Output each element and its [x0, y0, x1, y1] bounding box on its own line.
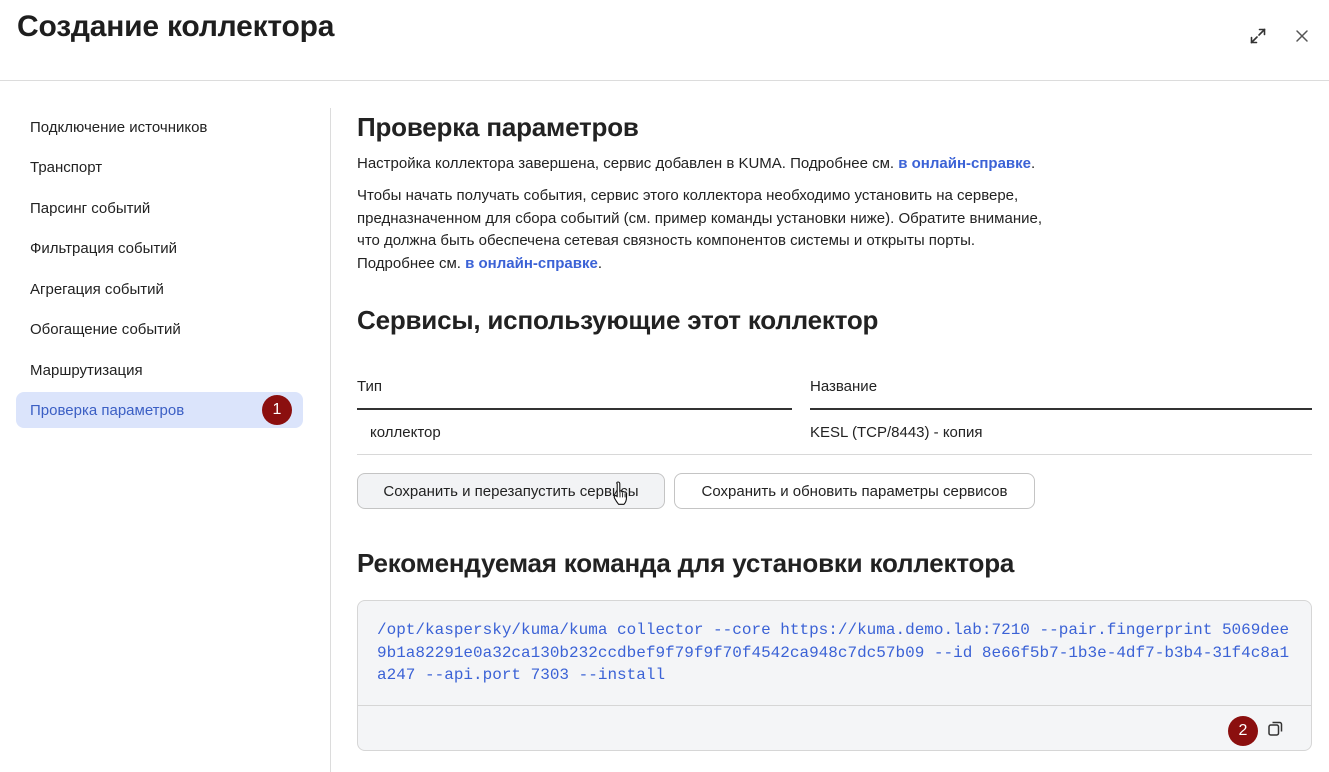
table-cell-name: KESL (TCP/8443) - копия [810, 424, 983, 441]
install-text-line: Чтобы начать получать события, сервис эт… [357, 187, 1019, 204]
header-underline [810, 408, 1312, 410]
sidebar-item-label: Транспорт [30, 158, 103, 176]
table-cell-type: коллектор [370, 424, 441, 441]
hand-cursor-icon [612, 480, 632, 513]
install-command[interactable]: /opt/kaspersky/kuma/kuma collector --cor… [377, 619, 1297, 687]
command-code-block: /opt/kaspersky/kuma/kuma collector --cor… [357, 600, 1312, 751]
sidebar-item-routing[interactable]: Маршрутизация [16, 352, 303, 388]
section-heading-command: Рекомендуемая команда для установки колл… [357, 548, 1015, 578]
section-heading-services: Сервисы, использующие этот коллектор [357, 305, 879, 335]
help-link[interactable]: в онлайн-справке [465, 255, 598, 272]
dialog-header: Создание коллектора [0, 0, 1329, 81]
sidebar-nav: Подключение источников Транспорт Парсинг… [0, 82, 330, 772]
section-heading-validation: Проверка параметров [357, 112, 639, 142]
install-text-line: предназначенном для сбора событий (см. п… [357, 209, 1043, 227]
expand-icon[interactable] [1246, 24, 1270, 48]
sidebar-item-aggregation[interactable]: Агрегация событий [16, 271, 303, 307]
step-badge: 1 [262, 395, 292, 425]
sidebar-item-transport[interactable]: Транспорт [16, 149, 303, 185]
sidebar-item-parsing[interactable]: Парсинг событий [16, 190, 303, 226]
row-divider [357, 454, 1312, 455]
page-title: Создание коллектора [17, 10, 335, 43]
install-text-line: Подробнее см. в онлайн-справке. [357, 253, 1042, 276]
sidebar-item-label: Агрегация событий [30, 280, 164, 298]
install-text-line: что должна быть обеспечена сетевая связн… [357, 232, 976, 249]
sidebar-item-enrichment[interactable]: Обогащение событий [16, 311, 303, 347]
header-underline [357, 408, 792, 410]
sidebar-item-label: Проверка параметров [30, 401, 185, 419]
save-update-button[interactable]: Сохранить и обновить параметры сервисов [674, 473, 1035, 509]
intro-end: . [1031, 155, 1036, 172]
install-text: Подробнее см. [357, 254, 466, 272]
copy-icon[interactable] [1264, 717, 1286, 739]
install-end: . [597, 254, 603, 272]
help-link[interactable]: в онлайн-справке [898, 155, 1031, 172]
step-badge: 2 [1228, 716, 1258, 746]
intro-paragraph: Настройка коллектора завершена, сервис д… [357, 153, 1035, 176]
column-header-type[interactable]: Тип [357, 378, 382, 395]
sidebar-item-sources[interactable]: Подключение источников [16, 109, 303, 145]
sidebar-item-label: Маршрутизация [30, 361, 143, 379]
sidebar-item-validation[interactable]: Проверка параметров 1 [16, 392, 303, 428]
code-footer: 2 [358, 705, 1311, 750]
sidebar-item-label: Подключение источников [30, 118, 208, 136]
intro-text: Настройка коллектора завершена, сервис д… [357, 155, 899, 172]
install-paragraph: Чтобы начать получать события, сервис эт… [357, 185, 1042, 275]
sidebar-item-label: Фильтрация событий [30, 239, 178, 257]
sidebar-divider [330, 108, 331, 772]
sidebar-item-label: Парсинг событий [30, 199, 151, 217]
close-icon[interactable] [1290, 24, 1314, 48]
sidebar-item-label: Обогащение событий [30, 320, 181, 338]
column-header-name[interactable]: Название [810, 378, 877, 395]
sidebar-item-filtering[interactable]: Фильтрация событий [16, 230, 303, 266]
